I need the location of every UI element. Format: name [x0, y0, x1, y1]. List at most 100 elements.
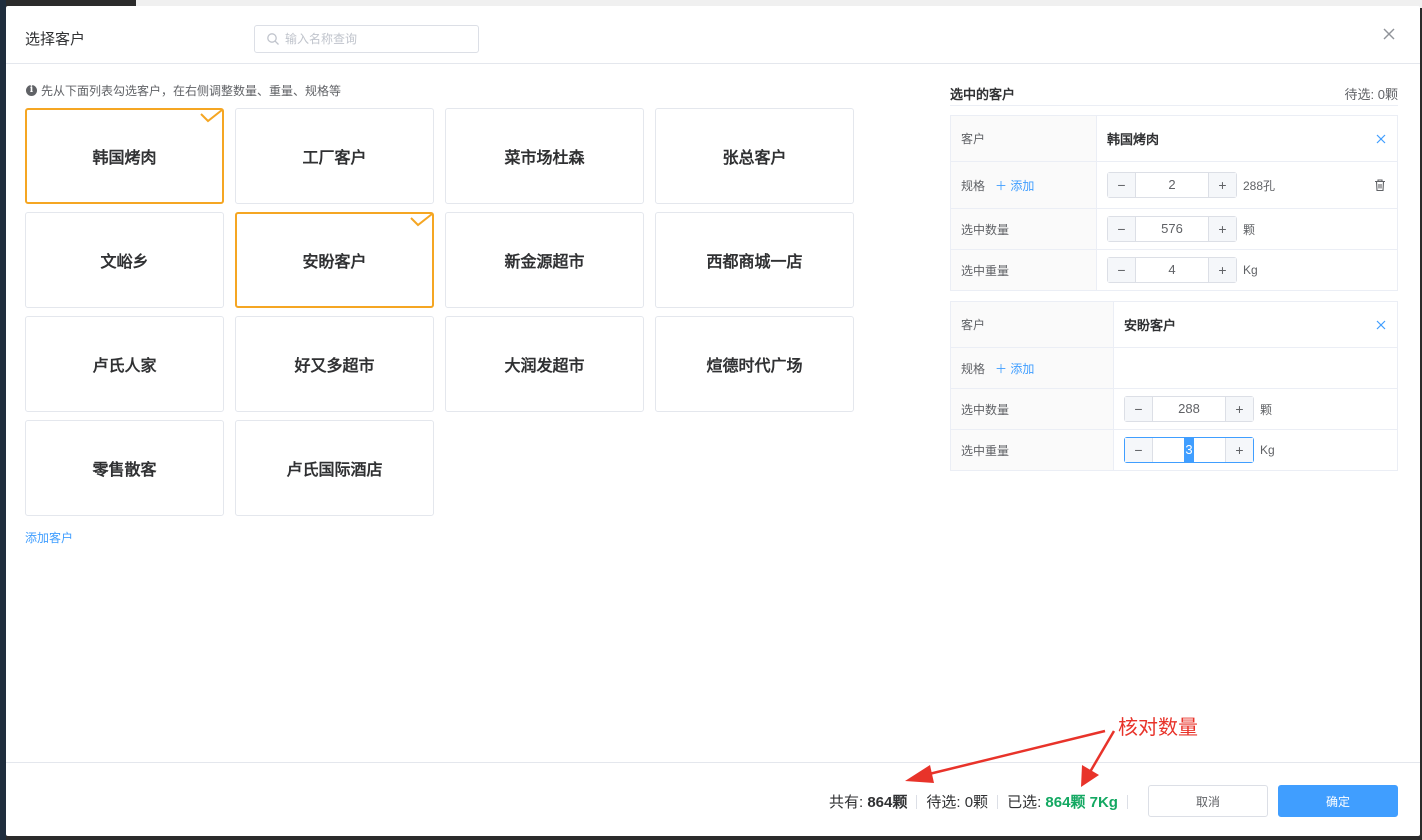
selected-entry: 客户 安盼客户 规格 ＋ 添加 选中数量 − 288 + 颗 选中重量 − 3 … [950, 301, 1398, 471]
selected-value: 864颗 7Kg [1045, 794, 1118, 811]
entry-spec-row: 规格 ＋ 添加 − 2 + 288孔 [951, 162, 1397, 209]
add-customer-link[interactable]: 添加客户 [25, 529, 73, 546]
entry-customer-name: 安盼客户 [1124, 318, 1177, 333]
remove-entry-icon[interactable] [1375, 133, 1387, 145]
customer-card[interactable]: 卢氏国际酒店 [235, 420, 434, 516]
customer-card[interactable]: 韩国烤肉 [25, 108, 224, 204]
entry-customer-row: 客户 韩国烤肉 [951, 116, 1397, 162]
customer-card-label: 好又多超市 [294, 358, 375, 375]
customer-card[interactable]: 卢氏人家 [25, 316, 224, 412]
add-spec-link[interactable]: ＋ 添加 [995, 360, 1034, 377]
customer-label: 客户 [951, 302, 1114, 347]
decrement-button[interactable]: − [1125, 438, 1153, 462]
entry-qty-row: 选中数量 − 576 + 颗 [951, 209, 1397, 250]
customer-card[interactable]: 好又多超市 [235, 316, 434, 412]
qty-stepper[interactable]: − 288 + [1124, 396, 1254, 422]
qty-value[interactable]: 576 [1136, 217, 1208, 241]
divider [997, 794, 999, 809]
customer-card[interactable]: 西都商城一店 [655, 212, 854, 308]
dialog-title: 选择客户 [25, 31, 86, 48]
entry-qty-row: 选中数量 − 288 + 颗 [951, 389, 1397, 430]
trash-icon[interactable] [1373, 178, 1387, 192]
customer-card-label: 西都商城一店 [706, 254, 803, 271]
pending-value: 0颗 [964, 794, 989, 811]
increment-button[interactable]: + [1208, 173, 1236, 197]
spec-value[interactable]: 2 [1136, 173, 1208, 197]
spec-unit: 288孔 [1243, 178, 1276, 193]
total-label: 共有: [829, 794, 864, 811]
pending-label: 待选: [926, 794, 961, 811]
customer-card-label: 文峪乡 [100, 254, 149, 271]
confirm-button[interactable]: 确定 [1278, 785, 1398, 817]
qty-unit: 颗 [1243, 222, 1256, 237]
selected-panel-header: 选中的客户 待选: 0颗 [950, 84, 1398, 106]
entry-customer-name: 韩国烤肉 [1107, 132, 1160, 147]
check-icon [200, 109, 223, 123]
annotation-label: 核对数量 [1118, 717, 1198, 739]
search-box[interactable] [254, 25, 479, 53]
selected-panel-title: 选中的客户 [950, 87, 1016, 102]
qty-stepper[interactable]: − 576 + [1107, 216, 1237, 242]
decrement-button[interactable]: − [1108, 217, 1136, 241]
select-customer-dialog: 选择客户 i 先从下面列表勾选客户，在右侧调整数量、重量、规格等 韩国烤肉工厂客… [6, 6, 1420, 836]
customer-card-label: 工厂客户 [302, 150, 367, 167]
customer-card[interactable]: 大润发超市 [445, 316, 644, 412]
increment-button[interactable]: + [1208, 217, 1236, 241]
entry-weight-row: 选中重量 − 3 + Kg [951, 430, 1397, 470]
customer-card[interactable]: 菜市场杜森 [445, 108, 644, 204]
customer-card[interactable]: 零售散客 [25, 420, 224, 516]
weight-unit: Kg [1260, 443, 1275, 457]
weight-stepper[interactable]: − 4 + [1107, 257, 1237, 283]
search-input[interactable] [285, 29, 470, 49]
remove-entry-icon[interactable] [1375, 319, 1387, 331]
customer-card[interactable]: 安盼客户 [235, 212, 434, 308]
qty-unit: 颗 [1260, 402, 1273, 417]
entry-customer-row: 客户 安盼客户 [951, 302, 1397, 348]
decrement-button[interactable]: − [1108, 173, 1136, 197]
spec-label: 规格 [961, 178, 986, 193]
decrement-button[interactable]: − [1108, 258, 1136, 282]
selected-panel-pending: 待选: 0颗 [1344, 87, 1398, 102]
selected-entry: 客户 韩国烤肉 规格 ＋ 添加 − 2 + 288孔 选中数量 − 576 + … [950, 115, 1398, 291]
decrement-button[interactable]: − [1125, 397, 1153, 421]
customer-card-label: 煊德时代广场 [706, 358, 803, 375]
hint-text: i 先从下面列表勾选客户，在右侧调整数量、重量、规格等 [26, 82, 341, 99]
customer-card[interactable]: 新金源超市 [445, 212, 644, 308]
customer-card-label: 大润发超市 [504, 358, 585, 375]
selected-label: 已选: [1007, 794, 1042, 811]
customer-card-label: 卢氏人家 [92, 358, 157, 375]
weight-value[interactable]: 3 [1153, 438, 1225, 462]
dialog-header: 选择客户 [6, 6, 1420, 64]
increment-button[interactable]: + [1225, 397, 1253, 421]
weight-label: 选中重量 [951, 430, 1114, 470]
weight-value[interactable]: 4 [1136, 258, 1208, 282]
customer-card[interactable]: 煊德时代广场 [655, 316, 854, 412]
customer-card-label: 菜市场杜森 [504, 150, 585, 167]
customer-card[interactable]: 工厂客户 [235, 108, 434, 204]
increment-button[interactable]: + [1208, 258, 1236, 282]
customer-card-label: 新金源超市 [504, 254, 585, 271]
cancel-button[interactable]: 取消 [1148, 785, 1268, 817]
dialog-footer: 共有: 864颗 待选: 0颗 已选: 864颗 7Kg 取消 确定 [6, 762, 1420, 836]
customer-card[interactable]: 文峪乡 [25, 212, 224, 308]
increment-button[interactable]: + [1225, 438, 1253, 462]
divider [1126, 794, 1128, 809]
entry-weight-row: 选中重量 − 4 + Kg [951, 250, 1397, 290]
add-spec-link[interactable]: ＋ 添加 [995, 177, 1034, 194]
weight-unit: Kg [1243, 263, 1258, 277]
hint-label: 先从下面列表勾选客户，在右侧调整数量、重量、规格等 [41, 84, 342, 98]
qty-label: 选中数量 [951, 209, 1097, 249]
spec-stepper[interactable]: − 2 + [1107, 172, 1237, 198]
check-icon [410, 213, 433, 227]
qty-label: 选中数量 [951, 389, 1114, 429]
search-icon [267, 33, 279, 45]
customer-label: 客户 [951, 116, 1097, 161]
close-icon[interactable] [1381, 26, 1397, 42]
weight-label: 选中重量 [951, 250, 1097, 290]
weight-stepper[interactable]: − 3 + [1124, 437, 1254, 463]
divider [916, 794, 918, 809]
qty-value[interactable]: 288 [1153, 397, 1225, 421]
spec-label: 规格 [961, 361, 986, 376]
customer-card[interactable]: 张总客户 [655, 108, 854, 204]
entry-spec-row: 规格 ＋ 添加 [951, 348, 1397, 389]
